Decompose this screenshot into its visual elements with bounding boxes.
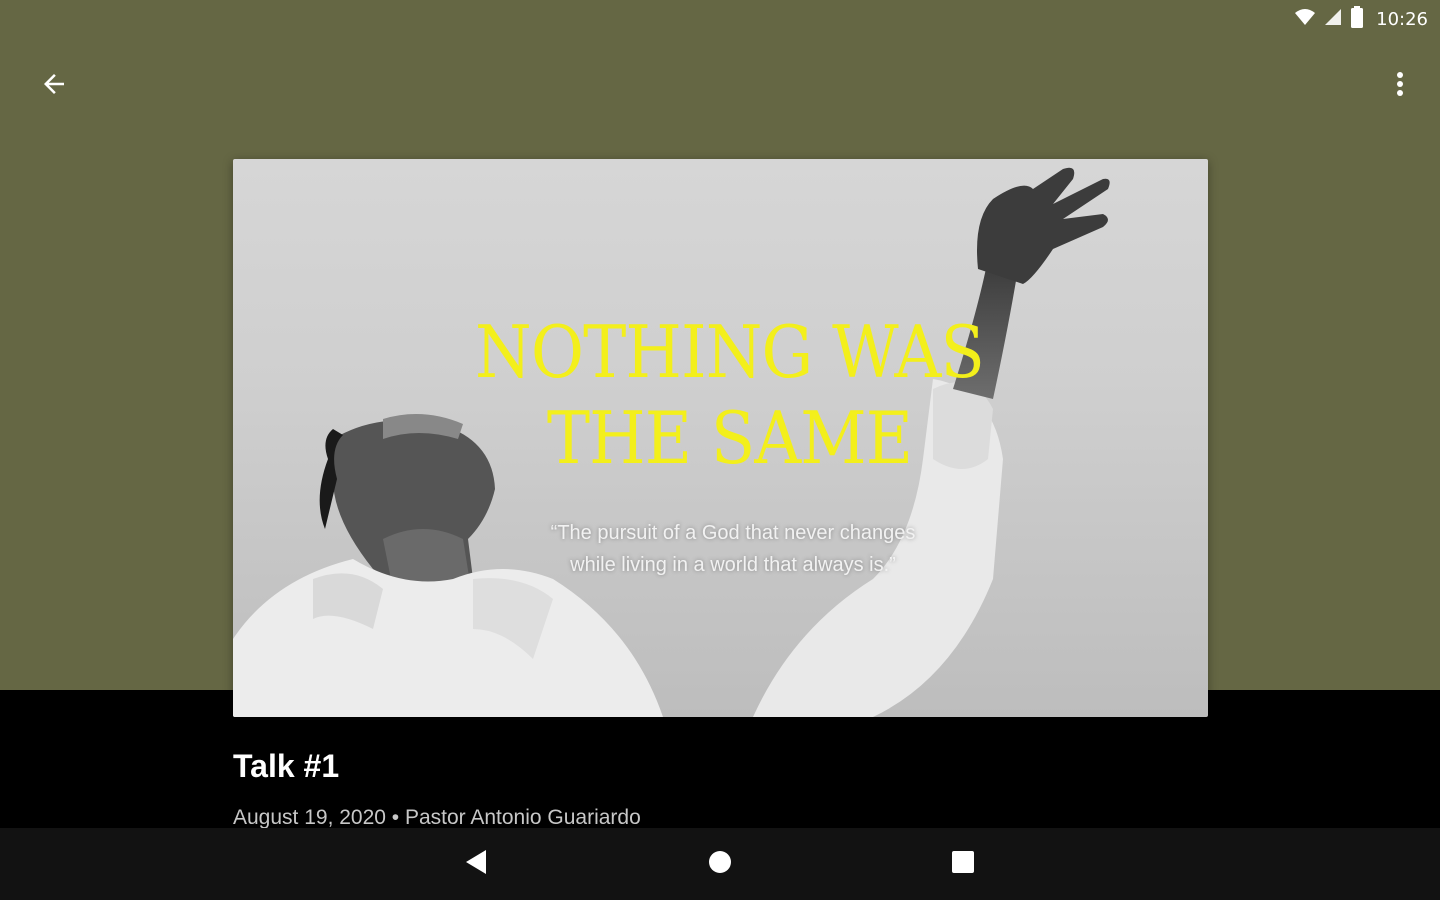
battery-icon — [1350, 5, 1364, 33]
app-bar — [0, 50, 1440, 118]
nav-home-icon — [708, 850, 732, 879]
nav-back-button[interactable] — [456, 844, 496, 884]
artwork-title: NOTHING WAS THE SAME — [282, 309, 1160, 481]
status-icons — [1294, 5, 1364, 33]
nav-recents-icon — [951, 850, 975, 879]
nav-home-button[interactable] — [700, 844, 740, 884]
talk-meta: August 19, 2020 • Pastor Antonio Guariar… — [233, 806, 641, 829]
artwork-title-line2: THE SAME — [546, 396, 913, 480]
wifi-icon — [1294, 8, 1316, 31]
status-bar: 10:26 — [0, 0, 1440, 38]
system-nav-bar — [0, 828, 1440, 900]
artwork-quote: “The pursuit of a God that never changes… — [473, 517, 993, 581]
more-options-button[interactable] — [1380, 66, 1420, 106]
sermon-artwork[interactable]: NOTHING WAS THE SAME “The pursuit of a G… — [233, 159, 1208, 717]
talk-title: Talk #1 — [233, 748, 340, 784]
status-time: 10:26 — [1376, 8, 1428, 30]
artwork-quote-line1: “The pursuit of a God that never changes — [550, 522, 916, 544]
arrow-back-icon — [39, 69, 69, 104]
more-vert-icon — [1396, 71, 1404, 102]
back-button[interactable] — [24, 66, 84, 106]
signal-icon — [1324, 8, 1342, 31]
nav-back-icon — [464, 849, 488, 880]
artwork-quote-line2: while living in a world that always is.” — [570, 554, 896, 576]
nav-recents-button[interactable] — [943, 844, 983, 884]
artwork-title-line1: NOTHING WAS — [475, 310, 985, 394]
